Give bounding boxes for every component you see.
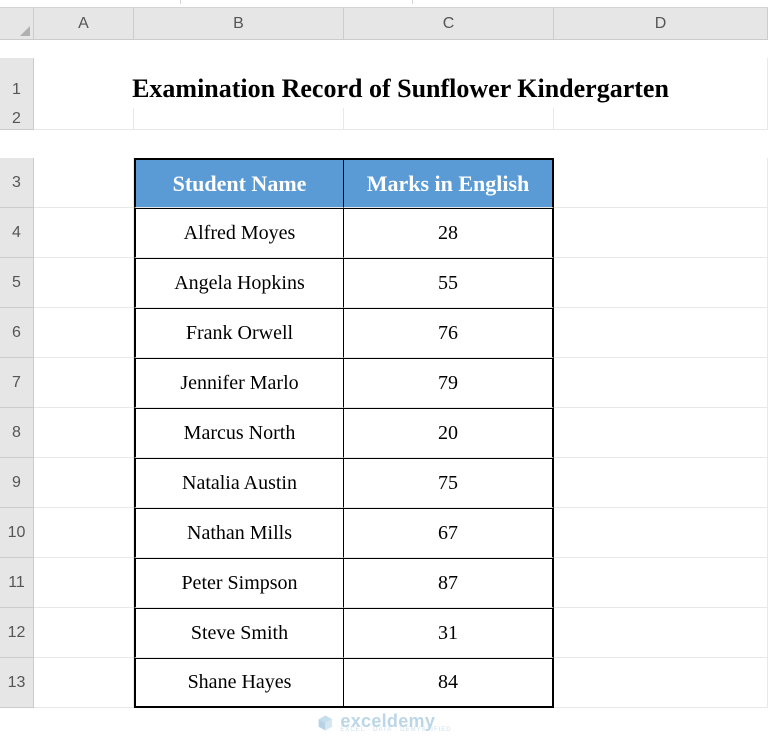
table-cell-name[interactable]: Nathan Mills	[134, 508, 344, 558]
table-cell-marks[interactable]: 79	[344, 358, 554, 408]
cell-a12[interactable]	[34, 608, 134, 658]
table-cell-marks[interactable]: 55	[344, 258, 554, 308]
cell-d9[interactable]	[554, 458, 768, 508]
spreadsheet-grid: A B C D 1 Examination Record of Sunflowe…	[0, 8, 768, 708]
cube-icon	[316, 714, 334, 732]
col-head-c[interactable]: C	[344, 8, 554, 40]
cell-d7[interactable]	[554, 358, 768, 408]
cell-d4[interactable]	[554, 208, 768, 258]
select-all-corner[interactable]	[0, 8, 34, 40]
col-head-a[interactable]: A	[34, 8, 134, 40]
row-head-9[interactable]: 9	[0, 458, 34, 508]
row-head-6[interactable]: 6	[0, 308, 34, 358]
cell-b2[interactable]	[134, 108, 344, 130]
cell-a11[interactable]	[34, 558, 134, 608]
table-cell-name[interactable]: Shane Hayes	[134, 658, 344, 708]
row-head-2[interactable]: 2	[0, 108, 34, 130]
row-head-7[interactable]: 7	[0, 358, 34, 408]
table-cell-marks[interactable]: 75	[344, 458, 554, 508]
row-head-13[interactable]: 13	[0, 658, 34, 708]
row-head-5[interactable]: 5	[0, 258, 34, 308]
cell-a9[interactable]	[34, 458, 134, 508]
cell-a4[interactable]	[34, 208, 134, 258]
col-head-d[interactable]: D	[554, 8, 768, 40]
row-head-10[interactable]: 10	[0, 508, 34, 558]
table-cell-name[interactable]: Angela Hopkins	[134, 258, 344, 308]
cell-c2[interactable]	[344, 108, 554, 130]
cell-d10[interactable]	[554, 508, 768, 558]
table-cell-name[interactable]: Jennifer Marlo	[134, 358, 344, 408]
cell-d5[interactable]	[554, 258, 768, 308]
row-head-8[interactable]: 8	[0, 408, 34, 458]
table-cell-marks[interactable]: 87	[344, 558, 554, 608]
cell-d2[interactable]	[554, 108, 768, 130]
cell-a5[interactable]	[34, 258, 134, 308]
cell-d3[interactable]	[554, 158, 768, 208]
row-head-11[interactable]: 11	[0, 558, 34, 608]
table-cell-marks[interactable]: 31	[344, 608, 554, 658]
cell-a10[interactable]	[34, 508, 134, 558]
header-student-name[interactable]: Student Name	[134, 158, 344, 208]
table-cell-marks[interactable]: 84	[344, 658, 554, 708]
cell-d12[interactable]	[554, 608, 768, 658]
cell-a3[interactable]	[34, 158, 134, 208]
cell-a8[interactable]	[34, 408, 134, 458]
table-cell-name[interactable]: Peter Simpson	[134, 558, 344, 608]
cell-d11[interactable]	[554, 558, 768, 608]
watermark: exceldemy EXCEL · DATA · DEMYSTIFIED	[316, 712, 451, 733]
cell-d13[interactable]	[554, 658, 768, 708]
row-head-4[interactable]: 4	[0, 208, 34, 258]
table-cell-marks[interactable]: 28	[344, 208, 554, 258]
table-cell-marks[interactable]: 67	[344, 508, 554, 558]
watermark-sub: EXCEL · DATA · DEMYSTIFIED	[340, 727, 451, 733]
cell-d8[interactable]	[554, 408, 768, 458]
cell-a6[interactable]	[34, 308, 134, 358]
row-head-3[interactable]: 3	[0, 158, 34, 208]
header-marks[interactable]: Marks in English	[344, 158, 554, 208]
cell-a2[interactable]	[34, 108, 134, 130]
col-head-b[interactable]: B	[134, 8, 344, 40]
table-cell-name[interactable]: Marcus North	[134, 408, 344, 458]
cell-a7[interactable]	[34, 358, 134, 408]
table-cell-marks[interactable]: 20	[344, 408, 554, 458]
table-cell-name[interactable]: Alfred Moyes	[134, 208, 344, 258]
table-cell-name[interactable]: Natalia Austin	[134, 458, 344, 508]
table-cell-name[interactable]: Steve Smith	[134, 608, 344, 658]
formula-bar-stub	[0, 0, 768, 8]
cell-a13[interactable]	[34, 658, 134, 708]
table-cell-name[interactable]: Frank Orwell	[134, 308, 344, 358]
cell-d6[interactable]	[554, 308, 768, 358]
row-head-12[interactable]: 12	[0, 608, 34, 658]
table-cell-marks[interactable]: 76	[344, 308, 554, 358]
